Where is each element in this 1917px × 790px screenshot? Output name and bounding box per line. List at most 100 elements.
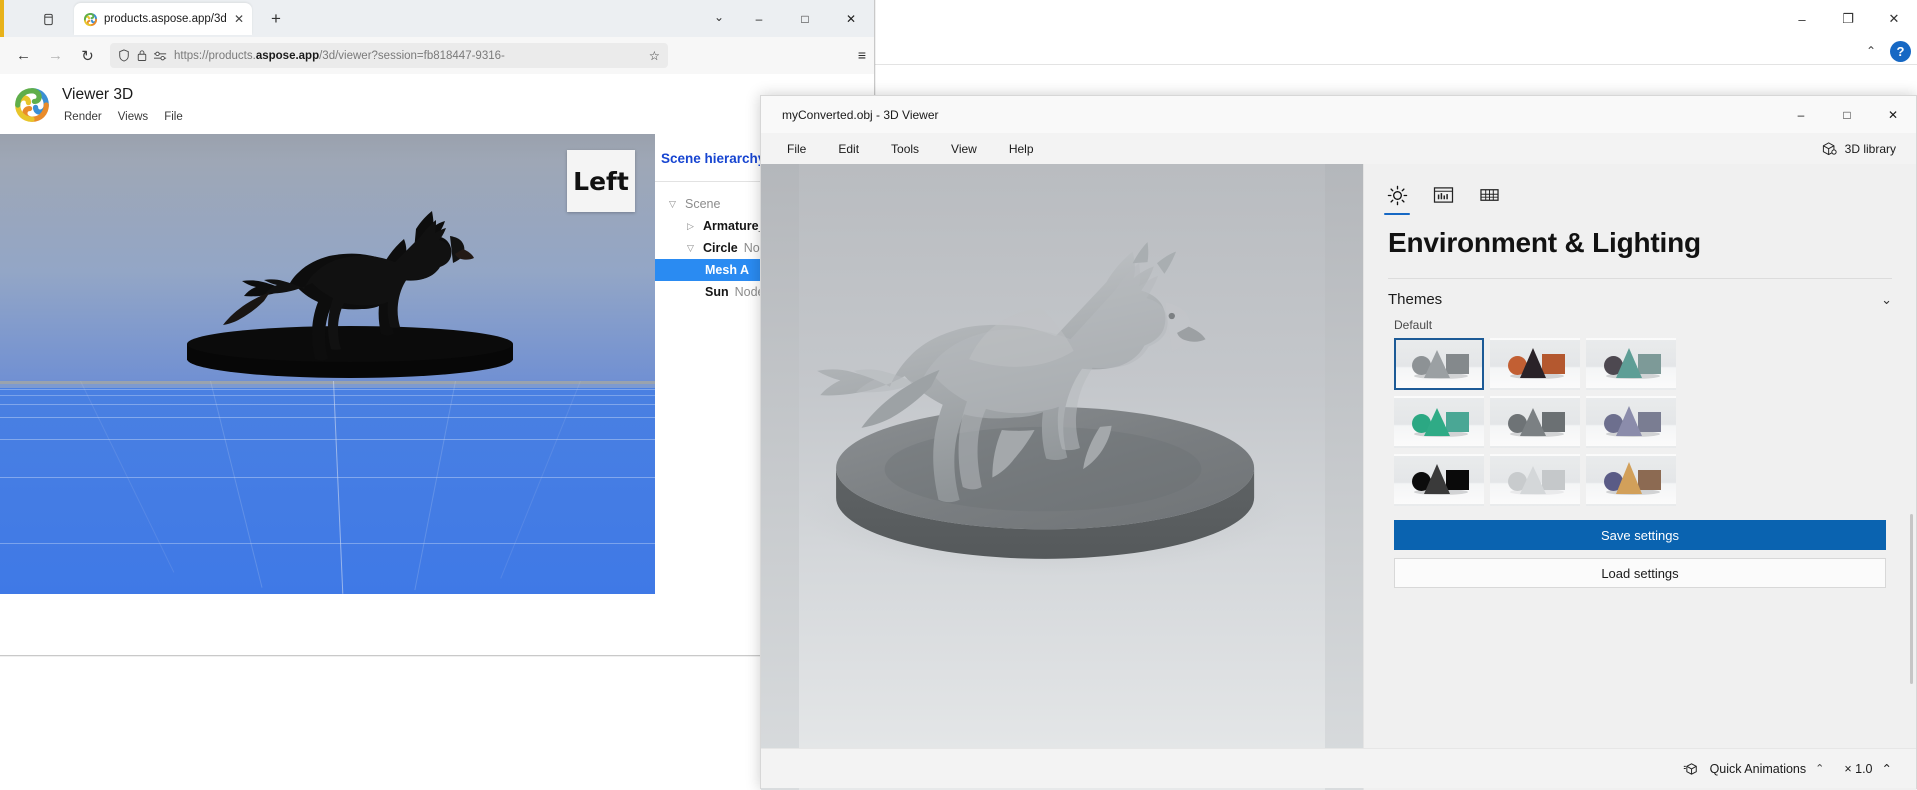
viewer-minimize-button[interactable]: – (1778, 96, 1824, 133)
panel-buttons: Save settings Load settings (1364, 506, 1916, 589)
backdrop-close-button[interactable]: ✕ (1871, 0, 1917, 38)
browser-tab[interactable]: products.aspose.app/3d/viewer ✕ (74, 3, 252, 35)
viewer-close-button[interactable]: ✕ (1870, 96, 1916, 133)
view-orientation-label: Left (573, 166, 629, 196)
viewport-ground-grid (0, 381, 655, 594)
tree-node-label: Circle (703, 241, 738, 255)
theme-swatch-neutral-grey[interactable] (1490, 396, 1580, 449)
aspose-logo-icon (13, 86, 51, 124)
3d-viewer-window: myConverted.obj - 3D Viewer – □ ✕ File E… (760, 95, 1917, 790)
app-header: Viewer 3D Render Views File (0, 74, 874, 134)
save-settings-button[interactable]: Save settings (1394, 520, 1886, 551)
backdrop-minimize-button[interactable]: – (1779, 0, 1825, 38)
viewer-maximize-button[interactable]: □ (1824, 96, 1870, 133)
theme-swatch-lavender[interactable] (1586, 396, 1676, 449)
chevron-down-icon[interactable]: ▽ (687, 243, 697, 254)
chevron-down-icon[interactable]: ⌄ (1881, 292, 1892, 308)
web-3d-viewport[interactable]: Left (0, 134, 655, 594)
browser-maximize-button[interactable]: □ (782, 0, 828, 37)
chevron-up-icon[interactable]: ⌃ (1815, 762, 1824, 775)
viewer-title-bar: myConverted.obj - 3D Viewer – □ ✕ (761, 96, 1916, 133)
tab-list-icon[interactable] (36, 7, 60, 31)
environment-lighting-panel: Environment & Lighting Themes ⌄ Default (1363, 164, 1916, 790)
menu-tools[interactable]: Tools (875, 137, 935, 161)
browser-navbar: ← → ↻ https://products.aspose.app/3d/vie… (0, 37, 874, 74)
browser-tab-title: products.aspose.app/3d/viewer (104, 13, 226, 25)
tab-environment-lighting[interactable] (1374, 178, 1420, 215)
menu-help[interactable]: Help (993, 137, 1050, 161)
app-menu-file[interactable]: File (164, 111, 183, 123)
app-menu-views[interactable]: Views (118, 111, 148, 123)
address-bar[interactable]: https://products.aspose.app/3d/viewer?se… (110, 43, 668, 68)
permissions-icon[interactable] (154, 51, 167, 61)
reload-button[interactable]: ↻ (74, 42, 101, 69)
menu-file[interactable]: File (771, 137, 822, 161)
browser-minimize-button[interactable]: – (736, 0, 782, 37)
panel-heading: Environment & Lighting (1388, 227, 1701, 258)
url-prefix: https://products. (174, 49, 256, 62)
viewer-title: myConverted.obj - 3D Viewer (782, 107, 939, 122)
theme-swatch-amber-dusk[interactable] (1586, 454, 1676, 507)
quick-animations-control[interactable]: Quick Animations ⌃ (1683, 761, 1824, 777)
themes-group-label: Default (1394, 318, 1433, 333)
3d-library-icon (1821, 141, 1838, 158)
chevron-down-icon[interactable]: ⌄ (714, 10, 724, 24)
quick-animations-label: Quick Animations (1709, 761, 1807, 776)
menu-view[interactable]: View (935, 137, 993, 161)
grid-icon (1479, 186, 1500, 204)
tree-node-label: Sun (705, 285, 729, 299)
theme-swatch-white-studio[interactable] (1490, 454, 1580, 507)
chevron-up-icon[interactable]: ⌃ (1866, 44, 1876, 58)
chevron-down-icon[interactable]: ▽ (669, 199, 679, 210)
panel-scrollbar[interactable] (1910, 514, 1913, 684)
themes-section-header[interactable]: Themes ⌄ (1364, 279, 1916, 308)
theme-swatch-default[interactable] (1394, 338, 1484, 391)
sun-icon (1387, 185, 1408, 206)
bookmark-star-icon[interactable]: ☆ (649, 48, 660, 63)
theme-swatch-emerald[interactable] (1394, 396, 1484, 449)
panel-tab-strip (1364, 164, 1916, 215)
menu-edit[interactable]: Edit (822, 137, 875, 161)
3d-library-button[interactable]: 3D library (1815, 137, 1902, 161)
themes-label: Themes (1388, 291, 1443, 309)
shield-icon[interactable] (118, 49, 130, 62)
view-orientation-cube[interactable]: Left (567, 150, 635, 212)
playback-speed-control[interactable]: × 1.0 ⌃ (1844, 761, 1892, 777)
url-suffix: /3d/viewer?session=fb818447-9316- (319, 49, 505, 62)
backdrop-restore-button[interactable]: ❐ (1825, 0, 1871, 38)
new-tab-button[interactable]: + (264, 7, 288, 31)
lock-icon[interactable] (137, 49, 147, 62)
quick-animations-icon (1683, 761, 1701, 777)
backdrop-window-controls: – ❐ ✕ (1779, 0, 1917, 38)
theme-swatch-teal-studio[interactable] (1586, 338, 1676, 391)
theme-swatch-warm-sunset[interactable] (1490, 338, 1580, 391)
theme-thumbnail-grid (1364, 338, 1916, 507)
viewer-3d-stage[interactable] (761, 164, 1363, 790)
chevron-up-icon[interactable]: ⌃ (1882, 761, 1892, 776)
help-icon[interactable]: ? (1890, 40, 1911, 62)
address-bar-url: https://products.aspose.app/3d/viewer?se… (174, 50, 642, 62)
tree-node-label: Scene (685, 197, 721, 211)
browser-tabstrip: products.aspose.app/3d/viewer ✕ + ⌄ – □ … (0, 0, 874, 53)
tab-grid[interactable] (1466, 178, 1512, 212)
forward-button[interactable]: → (42, 42, 69, 69)
aspose-logo-icon (83, 12, 98, 27)
app-menu-render[interactable]: Render (64, 111, 102, 123)
theme-swatch-night[interactable] (1394, 454, 1484, 507)
image-icon (1433, 186, 1454, 204)
viewer-status-bar: Quick Animations ⌃ × 1.0 ⌃ (761, 748, 1916, 788)
browser-close-button[interactable]: ✕ (828, 0, 874, 37)
active-tab-underline (1384, 212, 1410, 215)
close-icon[interactable]: ✕ (232, 12, 246, 26)
viewer-window-controls: – □ ✕ (1778, 96, 1916, 133)
dog-mesh-silhouette (120, 189, 580, 394)
load-settings-button[interactable]: Load settings (1394, 558, 1886, 589)
tab-image[interactable] (1420, 178, 1466, 212)
web-page: Viewer 3D Render Views File Left Scene h… (0, 74, 874, 655)
3d-library-label: 3D library (1844, 142, 1896, 156)
browser-menu-button[interactable]: ≡ (858, 47, 866, 63)
backdrop-help-row: ⌃ ? (1866, 38, 1911, 64)
back-button[interactable]: ← (10, 42, 37, 69)
chevron-right-icon[interactable]: ▷ (687, 221, 697, 232)
viewer-body: Environment & Lighting Themes ⌄ Default (761, 164, 1916, 790)
